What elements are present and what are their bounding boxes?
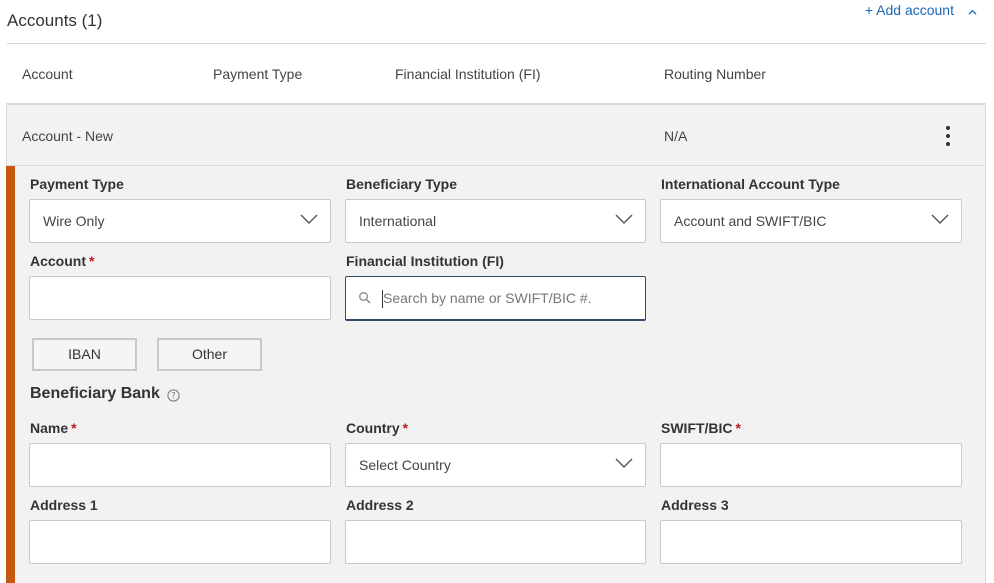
account-label: Account * — [30, 253, 94, 269]
intl-account-type-select[interactable]: Account and SWIFT/BIC — [660, 199, 962, 243]
name-label: Name * — [30, 420, 77, 436]
intl-account-type-value: Account and SWIFT/BIC — [674, 213, 827, 229]
beneficiary-type-select[interactable]: International — [345, 199, 646, 243]
country-value: Select Country — [359, 457, 451, 473]
beneficiary-type-label: Beneficiary Type — [346, 176, 458, 192]
column-header-account: Account — [22, 66, 73, 82]
beneficiary-bank-heading: Beneficiary Bank — [30, 385, 160, 402]
help-circle-icon[interactable]: ? — [167, 389, 180, 402]
required-marker: * — [89, 253, 95, 269]
table-header: Account Payment Type Financial Instituti… — [0, 44, 994, 104]
address1-input[interactable] — [29, 520, 331, 564]
fi-search-placeholder: Search by name or SWIFT/BIC #. — [383, 290, 592, 306]
address3-input[interactable] — [660, 520, 962, 564]
swift-label-text: SWIFT/BIC — [661, 420, 733, 436]
column-header-fi: Financial Institution (FI) — [395, 66, 541, 82]
chevron-down-icon — [615, 214, 633, 224]
address1-label: Address 1 — [30, 497, 98, 513]
country-select[interactable]: Select Country — [345, 443, 646, 487]
address2-label: Address 2 — [346, 497, 414, 513]
country-label: Country * — [346, 420, 408, 436]
chevron-down-icon — [615, 458, 633, 468]
accounts-section-header: Accounts (1) + Add account — [0, 0, 994, 44]
intl-account-type-label: International Account Type — [661, 176, 840, 192]
svg-text:?: ? — [171, 392, 176, 402]
name-label-text: Name — [30, 420, 69, 436]
address3-label: Address 3 — [661, 497, 729, 513]
chevron-down-icon — [300, 214, 318, 224]
column-header-routing-number: Routing Number — [664, 66, 766, 82]
country-label-text: Country — [346, 420, 400, 436]
search-icon — [359, 292, 371, 304]
iban-button[interactable]: IBAN — [32, 338, 137, 371]
routing-number-cell: N/A — [664, 128, 688, 144]
required-marker: * — [402, 420, 409, 436]
section-title: Accounts (1) — [7, 11, 103, 30]
payment-type-select[interactable]: Wire Only — [29, 199, 331, 243]
fi-label: Financial Institution (FI) — [346, 253, 504, 269]
kebab-menu-icon[interactable] — [943, 126, 953, 150]
chevron-up-icon[interactable] — [968, 8, 977, 17]
chevron-down-icon — [931, 214, 949, 224]
add-account-label: + Add account — [864, 2, 954, 18]
account-cell: Account - New — [22, 128, 114, 144]
other-button[interactable]: Other — [157, 338, 262, 371]
address2-input[interactable] — [345, 520, 646, 564]
bank-name-input[interactable] — [29, 443, 331, 487]
payment-type-value: Wire Only — [43, 213, 105, 229]
table-row[interactable]: Account - New N/A — [6, 103, 986, 166]
fi-search-input[interactable]: Search by name or SWIFT/BIC #. — [345, 276, 646, 321]
column-header-payment-type: Payment Type — [213, 66, 303, 82]
add-account-link[interactable]: + Add account — [865, 2, 977, 18]
account-label-text: Account — [30, 253, 86, 269]
swift-input[interactable] — [660, 443, 962, 487]
beneficiary-type-value: International — [359, 213, 437, 229]
payment-type-label: Payment Type — [30, 176, 124, 192]
swift-label: SWIFT/BIC * — [661, 420, 741, 436]
account-input[interactable] — [29, 276, 331, 320]
required-marker: * — [71, 420, 77, 436]
required-marker: * — [735, 420, 741, 436]
